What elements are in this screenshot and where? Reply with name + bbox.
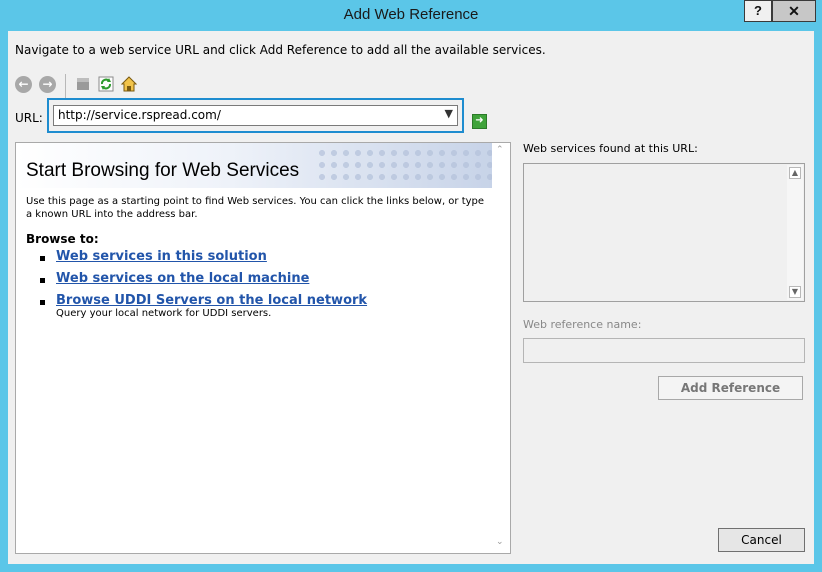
browse-to-heading: Browse to:: [26, 232, 99, 246]
back-icon: ←: [15, 76, 32, 93]
chevron-down-icon[interactable]: ▼: [789, 286, 801, 298]
list-item: Web services on the local machine: [40, 271, 367, 286]
chevron-up-icon[interactable]: ⌃: [496, 145, 504, 155]
list-item: Web services in this solution: [40, 249, 367, 264]
services-found-list[interactable]: ▲ ▼: [523, 163, 805, 302]
go-button[interactable]: ➜: [472, 114, 487, 129]
chevron-up-icon[interactable]: ▲: [789, 167, 801, 179]
url-input[interactable]: http://service.rspread.com/: [58, 108, 221, 122]
browse-links-list: Web services in this solution Web servic…: [40, 249, 367, 326]
browser-scrollbar[interactable]: ⌃ ⌄: [492, 143, 510, 553]
close-button[interactable]: ✕: [772, 0, 816, 22]
help-button[interactable]: ?: [744, 0, 772, 22]
stop-button[interactable]: [75, 74, 95, 94]
instruction-text: Navigate to a web service URL and click …: [15, 43, 546, 57]
toolbar-separator: [65, 74, 66, 98]
refresh-button[interactable]: [98, 74, 118, 94]
browser-banner: Start Browsing for Web Services: [16, 143, 492, 188]
stop-icon: [77, 78, 89, 90]
url-combobox[interactable]: http://service.rspread.com/ ▼: [53, 105, 458, 126]
cancel-button[interactable]: Cancel: [718, 528, 805, 552]
browser-pane: Start Browsing for Web Services Use this…: [15, 142, 511, 554]
services-list-scrollbar[interactable]: ▲ ▼: [787, 165, 803, 300]
link-web-services-local-machine[interactable]: Web services on the local machine: [56, 271, 309, 286]
link-description: Query your local network for UDDI server…: [56, 308, 272, 319]
banner-title: Start Browsing for Web Services: [26, 160, 300, 181]
url-focus-ring: http://service.rspread.com/ ▼: [47, 98, 464, 133]
dialog-window: Add Web Reference ? ✕ Navigate to a web …: [0, 0, 822, 572]
chevron-down-icon[interactable]: ⌄: [496, 537, 504, 547]
banner-decoration: [316, 147, 492, 183]
services-found-label: Web services found at this URL:: [523, 142, 698, 155]
intro-text: Use this page as a starting point to fin…: [26, 196, 485, 220]
web-reference-name-label: Web reference name:: [523, 318, 642, 331]
back-button[interactable]: ←: [15, 74, 35, 94]
chevron-down-icon[interactable]: ▼: [445, 107, 453, 120]
refresh-icon: [98, 76, 114, 92]
forward-button[interactable]: →: [39, 74, 59, 94]
go-arrow-icon: ➜: [475, 115, 484, 126]
home-icon: [120, 76, 138, 92]
forward-icon: →: [39, 76, 56, 93]
title-bar[interactable]: Add Web Reference ? ✕: [0, 0, 822, 30]
window-title: Add Web Reference: [343, 6, 479, 23]
dialog-client-area: Navigate to a web service URL and click …: [8, 31, 814, 564]
link-browse-uddi-servers[interactable]: Browse UDDI Servers on the local network: [56, 293, 367, 308]
home-button[interactable]: [120, 74, 141, 94]
list-item: Browse UDDI Servers on the local network…: [40, 293, 367, 319]
url-label: URL:: [15, 111, 43, 125]
link-web-services-solution[interactable]: Web services in this solution: [56, 249, 267, 264]
add-reference-button[interactable]: Add Reference: [658, 376, 803, 400]
web-reference-name-input[interactable]: [523, 338, 805, 363]
